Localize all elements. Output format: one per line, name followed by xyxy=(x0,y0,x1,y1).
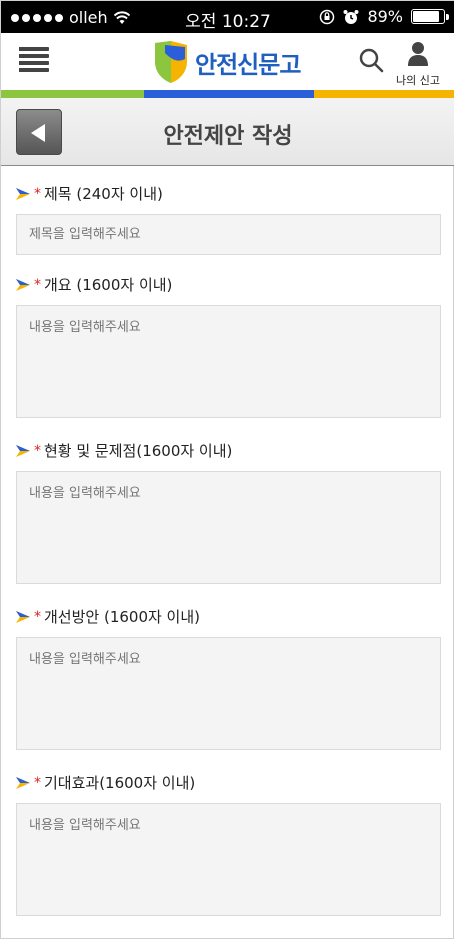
bullet-arrow-icon xyxy=(16,278,30,291)
summary-textarea[interactable] xyxy=(16,305,441,418)
status-problems-textarea[interactable] xyxy=(16,471,441,584)
battery-percent: 89% xyxy=(367,7,403,26)
page-title: 안전제안 작성 xyxy=(163,124,293,149)
battery-fill xyxy=(413,11,439,22)
search-icon xyxy=(359,48,384,73)
strip-yellow xyxy=(314,90,454,98)
required-mark: * xyxy=(34,442,41,459)
strip-green xyxy=(1,90,144,98)
search-button[interactable] xyxy=(358,47,384,73)
status-right: 89% xyxy=(319,7,449,26)
my-report-label: 나의 신고 xyxy=(396,74,440,87)
title-bar: 안전제안 작성 xyxy=(1,98,454,166)
field-label-text: 제목 (240자 이내) xyxy=(44,185,163,203)
battery-icon xyxy=(411,9,449,24)
my-report-button[interactable]: 나의 신고 xyxy=(393,41,443,87)
screen-frame: olleh 오전 10:27 89% 안전신문고 나의 신고 안전제안 작성 *… xyxy=(0,0,454,939)
user-icon xyxy=(408,42,428,66)
field-label-text: 기대효과(1600자 이내) xyxy=(44,774,196,792)
menu-button[interactable] xyxy=(19,47,49,73)
field-label-improvement: * 개선방안 (1600자 이내) xyxy=(16,606,200,627)
field-label-text: 개선방안 (1600자 이내) xyxy=(44,608,201,626)
title-input[interactable] xyxy=(16,214,441,255)
field-label-title: * 제목 (240자 이내) xyxy=(16,183,163,204)
shield-logo-icon xyxy=(155,41,187,83)
field-label-summary: * 개요 (1600자 이내) xyxy=(16,274,172,295)
strip-blue xyxy=(144,90,314,98)
expected-effect-textarea[interactable] xyxy=(16,803,441,916)
alarm-icon xyxy=(343,9,359,24)
rotation-lock-icon xyxy=(320,9,335,24)
field-label-text: 현황 및 문제점(1600자 이내) xyxy=(44,442,233,460)
required-mark: * xyxy=(34,608,41,625)
app-logo[interactable]: 안전신문고 xyxy=(151,39,311,85)
bullet-arrow-icon xyxy=(16,776,30,789)
required-mark: * xyxy=(34,774,41,791)
bullet-arrow-icon xyxy=(16,187,30,200)
app-header: 안전신문고 나의 신고 xyxy=(1,33,454,90)
required-mark: * xyxy=(34,276,41,293)
field-label-expected-effect: * 기대효과(1600자 이내) xyxy=(16,772,195,793)
brand-color-strip xyxy=(1,90,454,98)
bullet-arrow-icon xyxy=(16,610,30,623)
bullet-arrow-icon xyxy=(16,444,30,457)
improvement-textarea[interactable] xyxy=(16,637,441,750)
field-label-text: 개요 (1600자 이내) xyxy=(44,276,173,294)
status-bar: olleh 오전 10:27 89% xyxy=(1,1,454,33)
logo-text: 안전신문고 xyxy=(195,50,301,79)
required-mark: * xyxy=(34,185,41,202)
field-label-status-problems: * 현황 및 문제점(1600자 이내) xyxy=(16,440,232,461)
